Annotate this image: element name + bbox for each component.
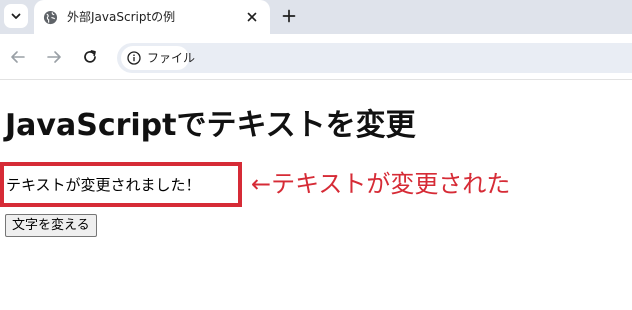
plus-icon bbox=[282, 9, 296, 23]
highlight-box bbox=[0, 162, 242, 207]
reload-icon bbox=[84, 50, 96, 63]
info-icon bbox=[127, 51, 141, 65]
new-tab-button[interactable] bbox=[279, 6, 299, 26]
active-tab[interactable]: 外部JavaScriptの例 bbox=[34, 0, 270, 34]
globe-icon bbox=[43, 10, 58, 25]
address-bar[interactable]: ファイル bbox=[117, 43, 632, 73]
reload-button[interactable] bbox=[80, 47, 100, 67]
tab-list-button[interactable] bbox=[4, 4, 28, 28]
arrow-right-icon bbox=[47, 51, 61, 63]
arrow-left-icon bbox=[11, 51, 25, 63]
site-info-label: ファイル bbox=[147, 51, 196, 65]
page-heading: JavaScriptでテキストを変更 bbox=[5, 108, 416, 143]
site-info-chip[interactable]: ファイル bbox=[121, 46, 195, 70]
tab-strip: 外部JavaScriptの例 bbox=[0, 0, 632, 34]
back-button[interactable] bbox=[8, 47, 28, 67]
browser-toolbar: ファイル bbox=[0, 34, 632, 80]
chevron-down-icon bbox=[11, 13, 21, 19]
forward-button[interactable] bbox=[44, 47, 64, 67]
tab-title: 外部JavaScriptの例 bbox=[67, 10, 176, 24]
annotation-label: ←テキストが変更された bbox=[251, 170, 511, 198]
close-icon[interactable] bbox=[244, 9, 260, 25]
change-text-button[interactable]: 文字を変える bbox=[5, 214, 97, 237]
